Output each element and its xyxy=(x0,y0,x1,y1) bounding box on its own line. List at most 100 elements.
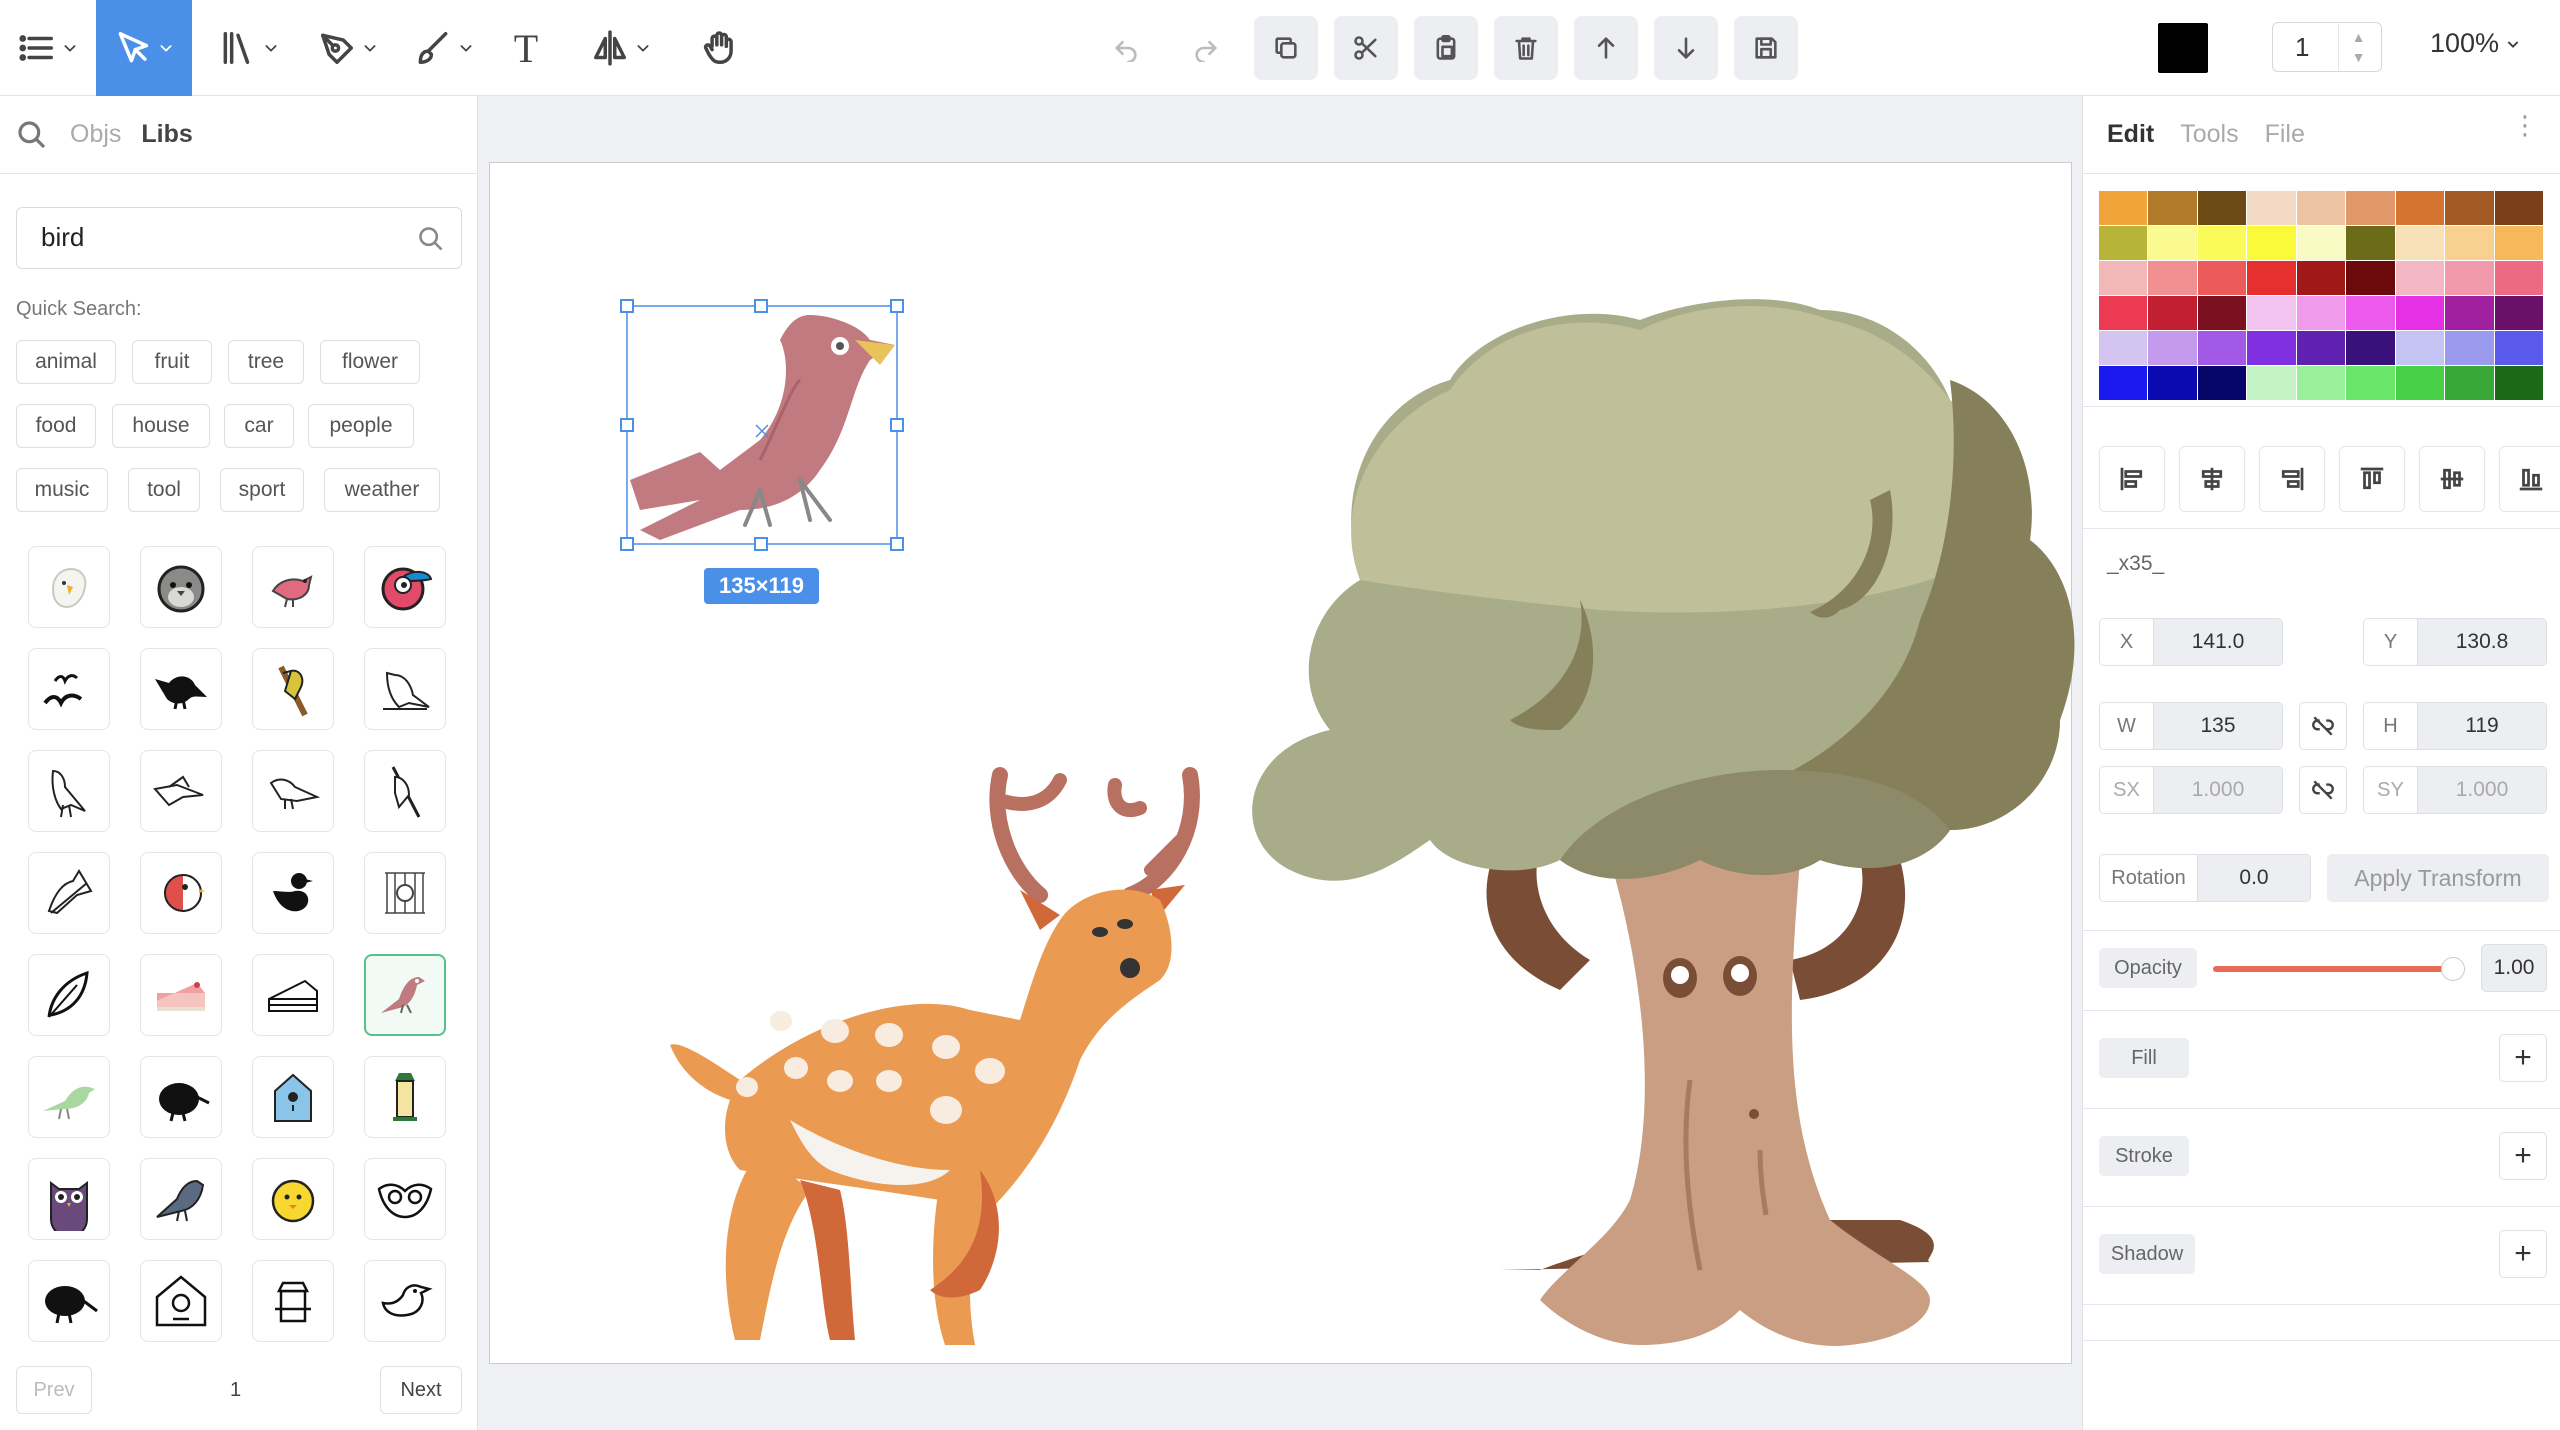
palette-swatch[interactable] xyxy=(2148,366,2197,400)
palette-swatch[interactable] xyxy=(2445,296,2494,330)
palette-swatch[interactable] xyxy=(2197,191,2247,225)
palette-swatch[interactable] xyxy=(2346,296,2395,330)
x-value[interactable]: 141.0 xyxy=(2154,619,2282,665)
selected-bird-illustration[interactable] xyxy=(630,315,895,540)
tree-illustration[interactable] xyxy=(1252,299,2075,1346)
palette-swatch[interactable] xyxy=(2494,261,2543,295)
tab-file[interactable]: File xyxy=(2265,120,2305,149)
palette-swatch[interactable] xyxy=(2395,261,2445,295)
align-left-button[interactable] xyxy=(2099,446,2165,512)
palette-swatch[interactable] xyxy=(2494,226,2543,260)
x-field[interactable]: X 141.0 xyxy=(2099,618,2283,666)
scale-y-field[interactable]: SY 1.000 xyxy=(2363,766,2547,814)
palette-swatch[interactable] xyxy=(2346,226,2395,260)
opacity-slider-handle[interactable] xyxy=(2441,957,2465,981)
palette-swatch[interactable] xyxy=(2445,261,2494,295)
palette-swatch[interactable] xyxy=(2247,261,2296,295)
more-options-icon[interactable]: ⋮ xyxy=(2512,112,2538,138)
palette-swatch[interactable] xyxy=(2494,331,2543,365)
palette-swatch[interactable] xyxy=(2395,331,2445,365)
palette-swatch[interactable] xyxy=(2494,296,2543,330)
palette-swatch[interactable] xyxy=(2197,296,2247,330)
add-shadow-button[interactable]: + xyxy=(2499,1230,2547,1278)
align-right-button[interactable] xyxy=(2259,446,2325,512)
sx-value[interactable]: 1.000 xyxy=(2154,767,2282,813)
y-value[interactable]: 130.8 xyxy=(2418,619,2546,665)
palette-swatch[interactable] xyxy=(2099,366,2148,400)
w-label: W xyxy=(2100,703,2154,749)
palette-swatch[interactable] xyxy=(2395,366,2445,400)
scale-x-field[interactable]: SX 1.000 xyxy=(2099,766,2283,814)
h-value[interactable]: 119 xyxy=(2418,703,2546,749)
palette-swatch[interactable] xyxy=(2346,366,2395,400)
deer-illustration[interactable] xyxy=(670,767,1200,1345)
palette-swatch[interactable] xyxy=(2445,366,2494,400)
rotation-field[interactable]: Rotation 0.0 xyxy=(2099,854,2311,902)
align-bottom-icon xyxy=(2519,468,2542,491)
object-id-label: _x35_ xyxy=(2107,552,2165,575)
palette-swatch[interactable] xyxy=(2148,261,2197,295)
palette-swatch[interactable] xyxy=(2148,296,2197,330)
sy-label: SY xyxy=(2364,767,2418,813)
opacity-slider-track[interactable] xyxy=(2213,966,2463,972)
palette-swatch[interactable] xyxy=(2099,261,2148,295)
palette-swatch[interactable] xyxy=(2445,331,2494,365)
apply-transform-button[interactable]: Apply Transform xyxy=(2327,854,2549,902)
align-center-h-button[interactable] xyxy=(2179,446,2245,512)
palette-swatch[interactable] xyxy=(2247,366,2296,400)
height-field[interactable]: H 119 xyxy=(2363,702,2547,750)
width-field[interactable]: W 135 xyxy=(2099,702,2283,750)
divider xyxy=(2083,1206,2560,1207)
palette-swatch[interactable] xyxy=(2247,331,2296,365)
palette-swatch[interactable] xyxy=(2247,226,2296,260)
rotation-value[interactable]: 0.0 xyxy=(2198,855,2310,901)
lock-ratio-wh-button[interactable] xyxy=(2299,702,2347,750)
palette-swatch[interactable] xyxy=(2197,261,2247,295)
sy-value[interactable]: 1.000 xyxy=(2418,767,2546,813)
palette-swatch[interactable] xyxy=(2148,191,2197,225)
palette-swatch[interactable] xyxy=(2099,296,2148,330)
properties-panel: Edit Tools File ⋮ _x35_ X 141.0 Y 130.8 W1… xyxy=(2082,96,2560,1430)
palette-swatch[interactable] xyxy=(2296,296,2346,330)
tab-edit[interactable]: Edit xyxy=(2107,120,2154,149)
lock-ratio-scale-button[interactable] xyxy=(2299,766,2347,814)
palette-swatch[interactable] xyxy=(2494,191,2543,225)
palette-swatch[interactable] xyxy=(2099,331,2148,365)
palette-swatch[interactable] xyxy=(2395,226,2445,260)
palette-swatch[interactable] xyxy=(2148,226,2197,260)
selection-size-label: 135×119 xyxy=(704,568,819,604)
align-middle-button[interactable] xyxy=(2419,446,2485,512)
palette-swatch[interactable] xyxy=(2296,226,2346,260)
y-field[interactable]: Y 130.8 xyxy=(2363,618,2547,666)
palette-swatch[interactable] xyxy=(2395,296,2445,330)
palette-swatch[interactable] xyxy=(2247,296,2296,330)
palette-swatch[interactable] xyxy=(2099,226,2148,260)
palette-swatch[interactable] xyxy=(2296,331,2346,365)
unlink-icon xyxy=(2312,780,2334,800)
palette-swatch[interactable] xyxy=(2395,191,2445,225)
palette-swatch[interactable] xyxy=(2197,226,2247,260)
palette-swatch[interactable] xyxy=(2197,331,2247,365)
palette-swatch[interactable] xyxy=(2247,191,2296,225)
palette-swatch[interactable] xyxy=(2445,226,2494,260)
align-bottom-button[interactable] xyxy=(2499,446,2560,512)
opacity-value[interactable]: 1.00 xyxy=(2481,944,2547,992)
add-stroke-button[interactable]: + xyxy=(2499,1132,2547,1180)
align-top-button[interactable] xyxy=(2339,446,2405,512)
fill-label: Fill xyxy=(2099,1038,2189,1078)
palette-swatch[interactable] xyxy=(2296,191,2346,225)
palette-swatch[interactable] xyxy=(2445,191,2494,225)
palette-swatch[interactable] xyxy=(2296,261,2346,295)
palette-swatch[interactable] xyxy=(2494,366,2543,400)
tab-tools[interactable]: Tools xyxy=(2180,120,2238,149)
divider xyxy=(2083,1108,2560,1109)
palette-swatch[interactable] xyxy=(2197,366,2247,400)
palette-swatch[interactable] xyxy=(2346,261,2395,295)
w-value[interactable]: 135 xyxy=(2154,703,2282,749)
palette-swatch[interactable] xyxy=(2346,331,2395,365)
palette-swatch[interactable] xyxy=(2148,331,2197,365)
palette-swatch[interactable] xyxy=(2099,191,2148,225)
palette-swatch[interactable] xyxy=(2346,191,2395,225)
palette-swatch[interactable] xyxy=(2296,366,2346,400)
add-fill-button[interactable]: + xyxy=(2499,1034,2547,1082)
